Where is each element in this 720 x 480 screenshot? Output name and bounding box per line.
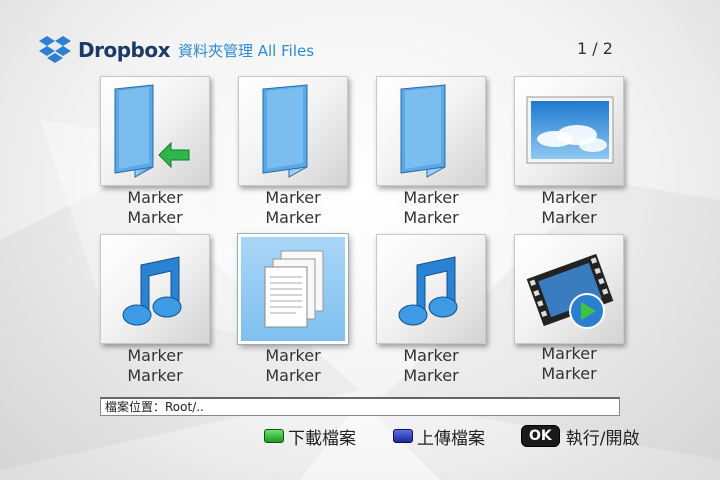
dropbox-logo-icon bbox=[39, 36, 71, 63]
folder-icon bbox=[262, 84, 308, 178]
upload-label: 上傳檔案 bbox=[417, 428, 485, 449]
file-thumbnail bbox=[514, 76, 624, 186]
file-item-document[interactable]: Marker Marker bbox=[238, 234, 348, 394]
file-item-parent-folder[interactable]: Marker Marker bbox=[100, 76, 210, 236]
page-title: 資料夾管理 All Files bbox=[177, 41, 315, 60]
folder-icon bbox=[400, 84, 446, 178]
file-grid: Marker Marker Marker Marker Marker Marker bbox=[100, 76, 624, 394]
file-item-folder[interactable]: Marker Marker bbox=[376, 76, 486, 236]
execute-hint[interactable]: OK 執行/開啟 bbox=[521, 422, 639, 450]
file-label: Marker Marker bbox=[541, 188, 597, 227]
music-file-icon bbox=[398, 256, 458, 326]
brand-name: Dropbox bbox=[78, 38, 170, 62]
image-file-icon bbox=[526, 96, 614, 164]
file-location-bar: 檔案位置：Root/.. bbox=[100, 397, 620, 416]
file-thumbnail bbox=[514, 234, 624, 344]
file-thumbnail bbox=[100, 234, 210, 344]
video-file-icon bbox=[526, 253, 614, 329]
file-item-folder[interactable]: Marker Marker bbox=[238, 76, 348, 236]
header: Dropbox 資料夾管理 All Files bbox=[38, 34, 314, 66]
download-label: 下載檔案 bbox=[288, 428, 356, 449]
download-hint[interactable]: 下載檔案 bbox=[264, 422, 356, 450]
file-label: Marker Marker bbox=[127, 346, 183, 385]
file-label: Marker Marker bbox=[127, 188, 183, 227]
file-label: Marker Marker bbox=[403, 346, 459, 385]
file-label: Marker Marker bbox=[265, 188, 321, 227]
file-item-video[interactable]: Marker Marker bbox=[514, 234, 624, 394]
green-key-icon bbox=[264, 429, 284, 443]
music-file-icon bbox=[122, 256, 182, 326]
file-thumbnail bbox=[238, 76, 348, 186]
file-item-music[interactable]: Marker Marker bbox=[376, 234, 486, 394]
execute-label: 執行/開啟 bbox=[565, 428, 640, 449]
file-item-image[interactable]: Marker Marker bbox=[514, 76, 624, 236]
upload-hint[interactable]: 上傳檔案 bbox=[393, 422, 485, 450]
blue-key-icon bbox=[393, 429, 413, 443]
file-thumbnail bbox=[376, 76, 486, 186]
page-indicator: 1 / 2 bbox=[577, 39, 613, 58]
file-item-music[interactable]: Marker Marker bbox=[100, 234, 210, 394]
folder-back-icon bbox=[114, 84, 190, 178]
document-file-icon bbox=[264, 250, 324, 328]
file-label: Marker Marker bbox=[265, 346, 321, 385]
file-label: Marker Marker bbox=[403, 188, 459, 227]
file-thumbnail bbox=[238, 234, 348, 344]
file-thumbnail bbox=[100, 76, 210, 186]
file-label: Marker Marker bbox=[541, 344, 597, 383]
ok-key-icon: OK bbox=[521, 425, 560, 447]
file-thumbnail bbox=[376, 234, 486, 344]
